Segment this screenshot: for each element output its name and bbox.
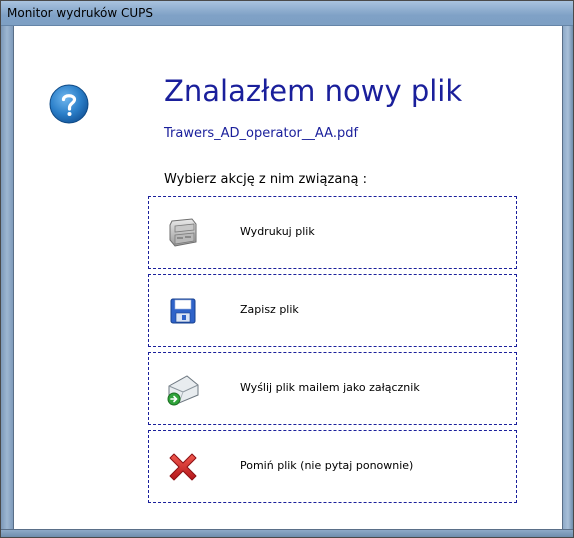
email-file-button[interactable]: Wyślij plik mailem jako załącznik: [148, 352, 517, 425]
skip-file-button[interactable]: Pomiń plik (nie pytaj ponownie): [148, 430, 517, 503]
window-frame-right: [562, 26, 573, 537]
floppy-disk-icon: [170, 298, 196, 324]
dialog-content: Znalazłem nowy plik Trawers_AD_operator_…: [14, 26, 562, 529]
dialog-window: Monitor wydruków CUPS Znalazłem nowy pli…: [0, 0, 574, 538]
dialog-heading: Znalazłem nowy plik: [164, 74, 463, 108]
red-x-icon: [169, 453, 197, 481]
window-frame-bottom: [1, 529, 573, 537]
title-bar[interactable]: Monitor wydruków CUPS: [1, 1, 573, 26]
window-frame-left: [1, 26, 14, 537]
print-file-button[interactable]: Wydrukuj plik: [148, 196, 517, 269]
email-attach-icon: [167, 375, 199, 406]
printer-icon: [169, 218, 197, 247]
file-name-label: Trawers_AD_operator__AA.pdf: [164, 126, 359, 141]
action-prompt: Wybierz akcję z nim związaną :: [164, 172, 368, 187]
help-question-icon: [49, 84, 89, 124]
save-file-button[interactable]: Zapisz plik: [148, 274, 517, 347]
print-file-label: Wydrukuj plik: [240, 225, 315, 238]
save-file-label: Zapisz plik: [240, 303, 299, 316]
email-file-label: Wyślij plik mailem jako załącznik: [240, 381, 420, 394]
skip-file-label: Pomiń plik (nie pytaj ponownie): [240, 459, 414, 472]
window-title: Monitor wydruków CUPS: [7, 6, 154, 20]
